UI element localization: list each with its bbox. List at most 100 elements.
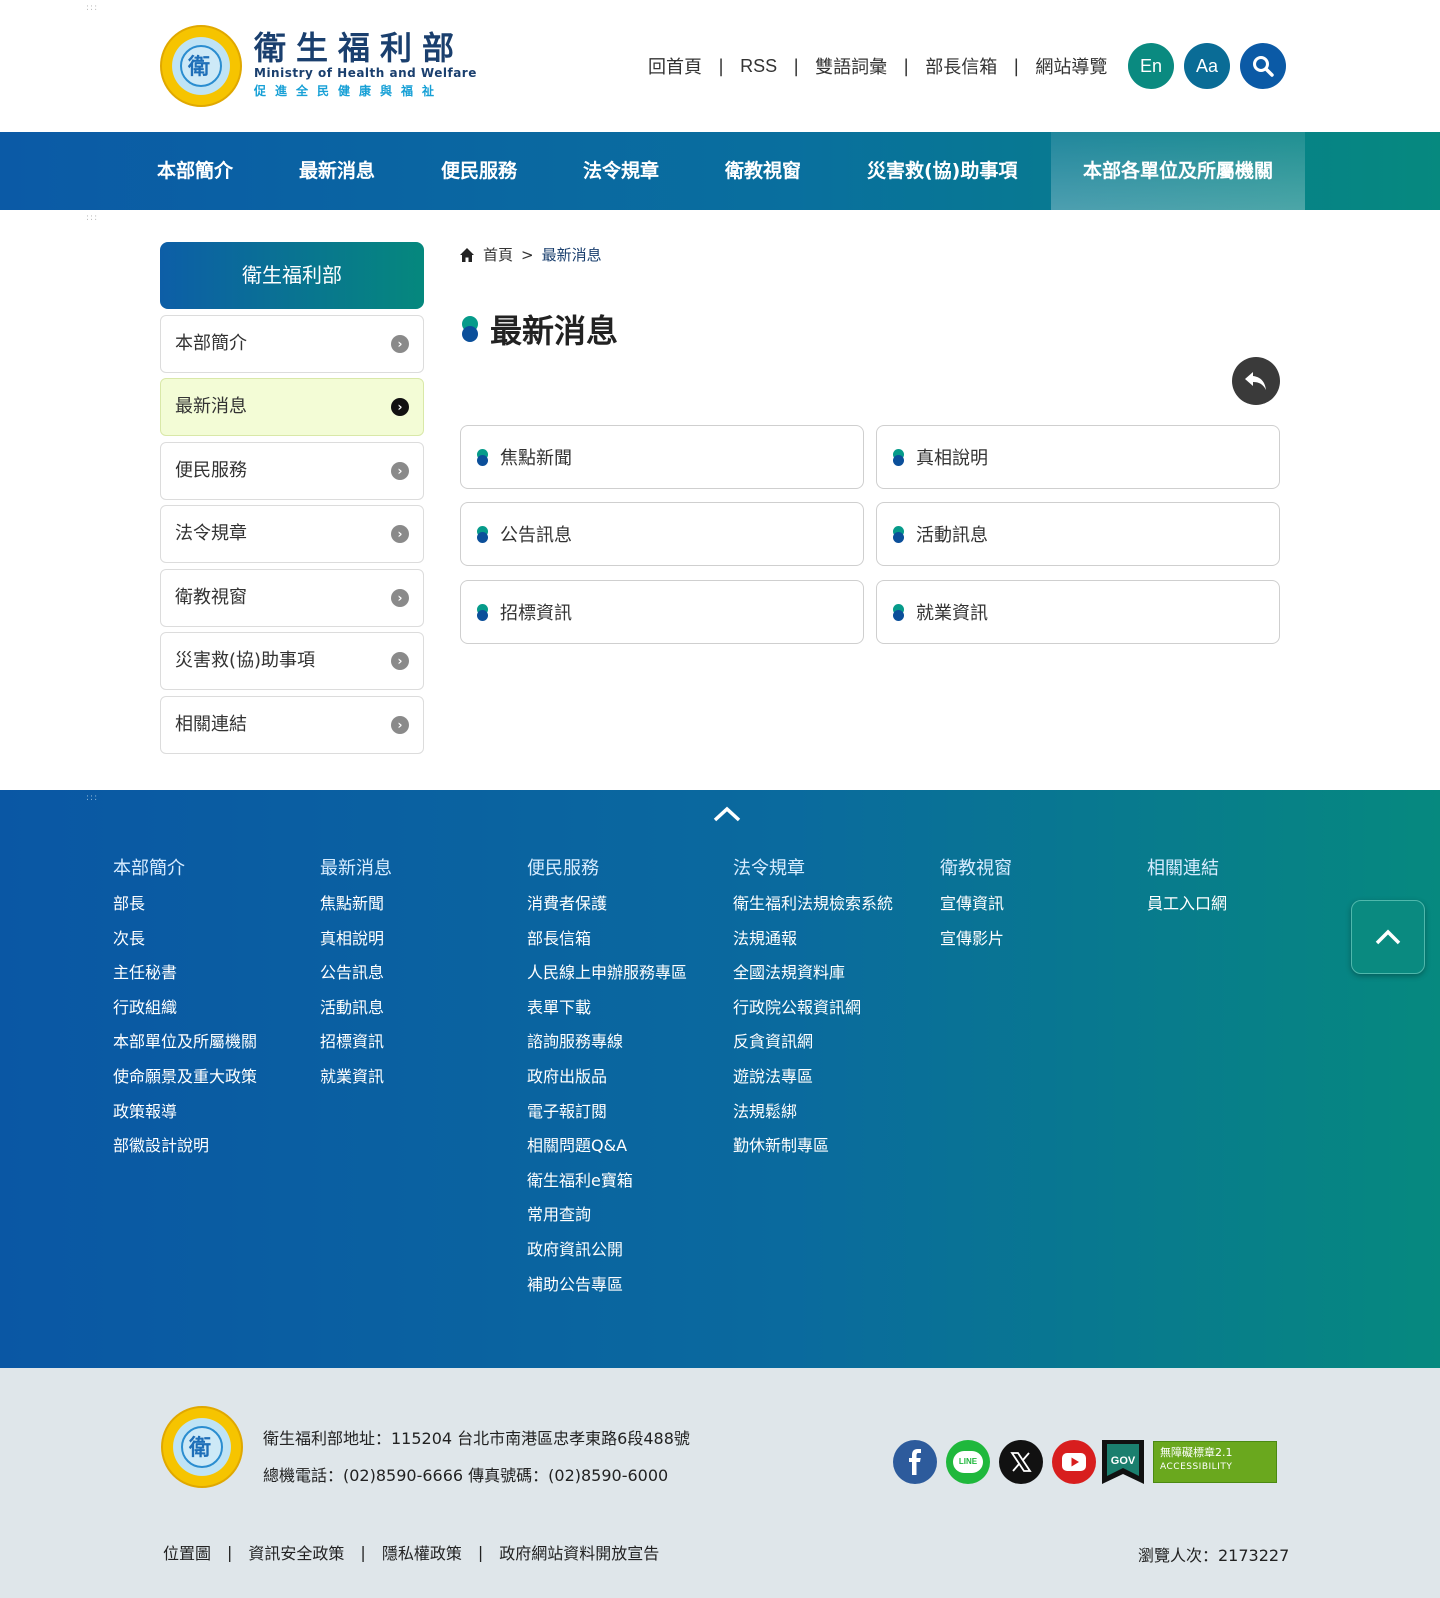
nav-item-units[interactable]: 本部各單位及所屬機關 xyxy=(1051,132,1306,210)
footer-link[interactable]: 相關問題Q&A xyxy=(527,1136,687,1171)
bullet-icon xyxy=(462,316,478,342)
top-link-glossary[interactable]: 雙語詞彙 xyxy=(815,53,887,79)
top-link-minister-mail[interactable]: 部長信箱 xyxy=(925,53,997,79)
footer-link[interactable]: 衛生福利法規檢索系統 xyxy=(733,894,893,929)
footer-link[interactable]: 反貪資訊網 xyxy=(733,1032,893,1067)
footer-link[interactable]: 人民線上申辦服務專區 xyxy=(527,963,687,998)
footer-link[interactable]: 使命願景及重大政策 xyxy=(113,1067,257,1102)
footer-link[interactable]: 行政組織 xyxy=(113,998,257,1033)
top-link-home[interactable]: 回首頁 xyxy=(648,53,702,79)
footer-link[interactable]: 活動訊息 xyxy=(320,998,392,1033)
footer-link[interactable]: 法規鬆綁 xyxy=(733,1102,893,1137)
footer-link[interactable]: 員工入口網 xyxy=(1147,894,1227,929)
sidebar-item-regulations[interactable]: 法令規章 › xyxy=(160,505,424,563)
footer-link[interactable]: 宣傳資訊 xyxy=(940,894,1012,929)
site-logo-text[interactable]: 衛生福利部 Ministry of Health and Welfare 促進全… xyxy=(254,28,477,99)
card-tenders[interactable]: 招標資訊 xyxy=(460,580,864,644)
top-link-sitemap[interactable]: 網站導覽 xyxy=(1035,53,1107,79)
footer-link[interactable]: 全國法規資料庫 xyxy=(733,963,893,998)
font-size-button[interactable]: Aa xyxy=(1184,43,1230,89)
footer-column-head[interactable]: 衛教視窗 xyxy=(940,854,1012,879)
footer-column-head[interactable]: 本部簡介 xyxy=(113,854,257,879)
footer-link[interactable]: 勤休新制專區 xyxy=(733,1136,893,1171)
footer-link[interactable]: 行政院公報資訊網 xyxy=(733,998,893,1033)
skip-anchor[interactable]: ::: xyxy=(86,4,100,16)
footer-column-head[interactable]: 便民服務 xyxy=(527,854,687,879)
sidebar-item-about[interactable]: 本部簡介 › xyxy=(160,315,424,373)
footer-link[interactable]: 部徽設計說明 xyxy=(113,1136,257,1171)
footer-link[interactable]: 電子報訂閱 xyxy=(527,1102,687,1137)
collapse-chevron-icon[interactable] xyxy=(712,804,742,824)
footer-link[interactable]: 衛生福利e寶箱 xyxy=(527,1171,687,1206)
accessibility-badge-title: 無障礙標章2.1 xyxy=(1160,1446,1233,1459)
content-anchor[interactable]: ::: xyxy=(86,214,100,226)
footer-column-regulations: 法令規章 衛生福利法規檢索系統 法規通報 全國法規資料庫 行政院公報資訊網 反貪… xyxy=(733,854,893,1171)
footer-link[interactable]: 宣傳影片 xyxy=(940,929,1012,964)
footer-link[interactable]: 補助公告專區 xyxy=(527,1275,687,1310)
footer-column-health-education: 衛教視窗 宣傳資訊 宣傳影片 xyxy=(940,854,1012,963)
back-button[interactable] xyxy=(1232,357,1280,405)
card-truth-clarification[interactable]: 真相說明 xyxy=(876,425,1280,489)
sidebar-item-news[interactable]: 最新消息 › xyxy=(160,378,424,436)
footer-link[interactable]: 招標資訊 xyxy=(320,1032,392,1067)
breadcrumb-current: 最新消息 xyxy=(541,246,602,264)
back-to-top-button[interactable] xyxy=(1351,900,1425,974)
nav-item-disaster-relief[interactable]: 災害救(協)助事項 xyxy=(867,132,1017,210)
sidebar-item-health-education[interactable]: 衛教視窗 › xyxy=(160,569,424,627)
youtube-icon[interactable] xyxy=(1052,1440,1096,1484)
footer-link[interactable]: 就業資訊 xyxy=(320,1067,392,1102)
card-label: 真相說明 xyxy=(916,448,988,469)
footer-link[interactable]: 政策報導 xyxy=(113,1102,257,1137)
nav-item-news[interactable]: 最新消息 xyxy=(299,132,375,210)
line-icon[interactable]: LINE xyxy=(946,1440,990,1484)
footer-link[interactable]: 公告訊息 xyxy=(320,963,392,998)
search-button[interactable] xyxy=(1240,43,1286,89)
sidebar-item-label: 相關連結 xyxy=(175,714,247,735)
footer-link[interactable]: 諮詢服務專線 xyxy=(527,1032,687,1067)
nav-item-health-education[interactable]: 衛教視窗 xyxy=(725,132,801,210)
footer-anchor[interactable]: ::: xyxy=(86,794,100,806)
footer-link[interactable]: 常用查詢 xyxy=(527,1205,687,1240)
footer-link-privacy-policy[interactable]: 隱私權政策 xyxy=(382,1540,462,1564)
accessibility-badge-icon[interactable]: 無障礙標章2.1 ACCESSIBILITY xyxy=(1153,1441,1277,1483)
sidebar-title[interactable]: 衛生福利部 xyxy=(160,242,424,309)
footer-link[interactable]: 本部單位及所屬機關 xyxy=(113,1032,257,1067)
footer-link[interactable]: 部長信箱 xyxy=(527,929,687,964)
card-jobs[interactable]: 就業資訊 xyxy=(876,580,1280,644)
nav-item-about[interactable]: 本部簡介 xyxy=(157,132,233,210)
footer-link-open-data[interactable]: 政府網站資料開放宣告 xyxy=(499,1540,659,1564)
footer-link[interactable]: 表單下載 xyxy=(527,998,687,1033)
footer-link[interactable]: 政府資訊公開 xyxy=(527,1240,687,1275)
nav-item-regulations[interactable]: 法令規章 xyxy=(583,132,659,210)
footer-link[interactable]: 遊說法專區 xyxy=(733,1067,893,1102)
gov-badge-icon[interactable]: GOV xyxy=(1102,1440,1144,1484)
sidebar-item-services[interactable]: 便民服務 › xyxy=(160,442,424,500)
footer-column-head[interactable]: 法令規章 xyxy=(733,854,893,879)
card-focus-news[interactable]: 焦點新聞 xyxy=(460,425,864,489)
ministry-logo-icon[interactable]: 衛 xyxy=(160,25,242,107)
footer-link-security-policy[interactable]: 資訊安全政策 xyxy=(248,1540,344,1564)
breadcrumb-home[interactable]: 首頁 xyxy=(483,244,513,265)
english-button[interactable]: En xyxy=(1128,43,1174,89)
sidebar-item-links[interactable]: 相關連結 › xyxy=(160,696,424,754)
facebook-icon[interactable] xyxy=(893,1440,937,1484)
footer-link[interactable]: 部長 xyxy=(113,894,257,929)
card-announcements[interactable]: 公告訊息 xyxy=(460,502,864,566)
footer-link[interactable]: 消費者保護 xyxy=(527,894,687,929)
footer-link[interactable]: 法規通報 xyxy=(733,929,893,964)
footer-link-location-map[interactable]: 位置圖 xyxy=(163,1540,211,1564)
top-link-rss[interactable]: RSS xyxy=(740,56,777,77)
footer-column-head[interactable]: 最新消息 xyxy=(320,854,392,879)
footer-link[interactable]: 焦點新聞 xyxy=(320,894,392,929)
footer-link[interactable]: 主任秘書 xyxy=(113,963,257,998)
nav-item-services[interactable]: 便民服務 xyxy=(441,132,517,210)
sidebar-item-disaster-relief[interactable]: 災害救(協)助事項 › xyxy=(160,632,424,690)
footer-link[interactable]: 政府出版品 xyxy=(527,1067,687,1102)
footer-column-head[interactable]: 相關連結 xyxy=(1147,854,1227,879)
footer-link[interactable]: 次長 xyxy=(113,929,257,964)
footer-link[interactable]: 真相說明 xyxy=(320,929,392,964)
card-events[interactable]: 活動訊息 xyxy=(876,502,1280,566)
x-twitter-icon[interactable] xyxy=(999,1440,1043,1484)
top-links: 回首頁 | RSS | 雙語詞彙 | 部長信箱 | 網站導覽 xyxy=(648,53,1107,79)
logo-cn: 衛生福利部 xyxy=(254,29,465,67)
